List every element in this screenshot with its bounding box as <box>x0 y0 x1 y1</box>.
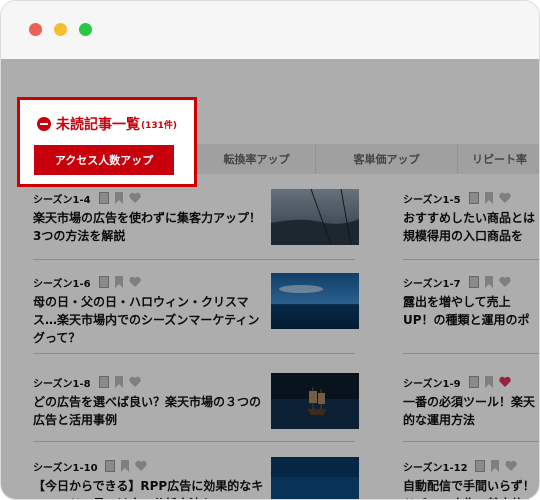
article-title[interactable]: 【今日からできる】RPP広告に効果的なキーワードの見つけ方・分析方法を <box>33 477 265 499</box>
row-divider <box>33 259 355 260</box>
article-title[interactable]: おすすめしたい商品とは規模得用の入口商品を <box>403 209 539 245</box>
bookmark-icon[interactable] <box>114 276 124 288</box>
minus-circle-icon[interactable] <box>37 117 51 131</box>
document-icon <box>469 376 479 388</box>
section-header: 未読記事一覧 (131件) <box>37 114 177 134</box>
document-icon <box>469 276 479 288</box>
highlight-box: 未読記事一覧 (131件) アクセス人数アップ <box>17 97 197 187</box>
article-code: シーズン1-12 <box>403 463 468 474</box>
row-divider <box>403 441 539 442</box>
article-icons <box>469 192 511 204</box>
article-code: シーズン1-8 <box>33 379 91 390</box>
bookmark-icon[interactable] <box>490 460 500 472</box>
heart-icon[interactable] <box>135 460 147 472</box>
article-icons <box>475 460 517 472</box>
bookmark-icon[interactable] <box>484 376 494 388</box>
heart-icon[interactable] <box>499 192 511 204</box>
article-thumbnail[interactable] <box>271 457 359 499</box>
bookmark-icon[interactable] <box>114 376 124 388</box>
article-thumbnail[interactable] <box>271 273 359 329</box>
document-icon <box>99 192 109 204</box>
article-icons <box>469 376 511 388</box>
tab-unit-price[interactable]: 客単価アップ <box>315 144 457 174</box>
tab-repeat-rate[interactable]: リピート率 <box>457 144 539 174</box>
article-title[interactable]: 楽天市場の広告を使わずに集客力アップ！3つの方法を解説 <box>33 209 265 245</box>
row-divider <box>33 441 355 442</box>
browser-window: 転換率アップ 客単価アップ リピート率 シーズン1-4 楽天市場の広告を使わずに… <box>0 0 540 500</box>
article-title[interactable]: 露出を増やして売上UP！の種類と運用のポイント <box>403 293 539 329</box>
document-icon <box>99 376 109 388</box>
article-code: シーズン1-10 <box>33 463 98 474</box>
bookmark-icon[interactable] <box>114 192 124 204</box>
article-title[interactable]: 自動配信で手間いらず！ドバンス広告の基本的な <box>403 477 539 499</box>
close-window-button[interactable] <box>29 23 42 36</box>
window-titlebar <box>1 1 539 59</box>
document-icon <box>99 276 109 288</box>
row-divider <box>33 353 355 354</box>
article-title[interactable]: 母の日・父の日・ハロウィン・クリスマス…楽天市場内でのシーズンマーケティングって… <box>33 293 265 347</box>
minimize-window-button[interactable] <box>54 23 67 36</box>
heart-icon[interactable] <box>499 376 511 388</box>
row-divider <box>403 353 539 354</box>
heart-icon[interactable] <box>505 460 517 472</box>
article-code: シーズン1-5 <box>403 195 461 206</box>
heart-icon[interactable] <box>129 192 141 204</box>
article-thumbnail[interactable] <box>271 373 359 429</box>
tab-conversion[interactable]: 転換率アップ <box>197 144 315 174</box>
document-icon <box>105 460 115 472</box>
unread-count: (131件) <box>141 120 178 131</box>
article-icons <box>469 276 511 288</box>
article-code: シーズン1-7 <box>403 279 461 290</box>
document-icon <box>475 460 485 472</box>
article-code: シーズン1-6 <box>33 279 91 290</box>
article-thumbnail[interactable] <box>271 189 359 245</box>
maximize-window-button[interactable] <box>79 23 92 36</box>
article-icons <box>105 460 147 472</box>
bookmark-icon[interactable] <box>484 192 494 204</box>
heart-icon[interactable] <box>129 376 141 388</box>
article-icons <box>99 192 141 204</box>
section-title: 未読記事一覧 <box>56 117 140 133</box>
article-icons <box>99 376 141 388</box>
article-code: シーズン1-4 <box>33 195 91 206</box>
article-icons <box>99 276 141 288</box>
article-code: シーズン1-9 <box>403 379 461 390</box>
article-title[interactable]: どの広告を選べば良い？楽天市場の３つの広告と活用事例 <box>33 393 265 429</box>
article-title[interactable]: 一番の必須ツール！楽天的な運用方法 <box>403 393 539 429</box>
bookmark-icon[interactable] <box>120 460 130 472</box>
document-icon <box>469 192 479 204</box>
bookmark-icon[interactable] <box>484 276 494 288</box>
tab-access-count[interactable]: アクセス人数アップ <box>34 145 174 175</box>
heart-icon[interactable] <box>129 276 141 288</box>
row-divider <box>403 259 539 260</box>
heart-icon[interactable] <box>499 276 511 288</box>
